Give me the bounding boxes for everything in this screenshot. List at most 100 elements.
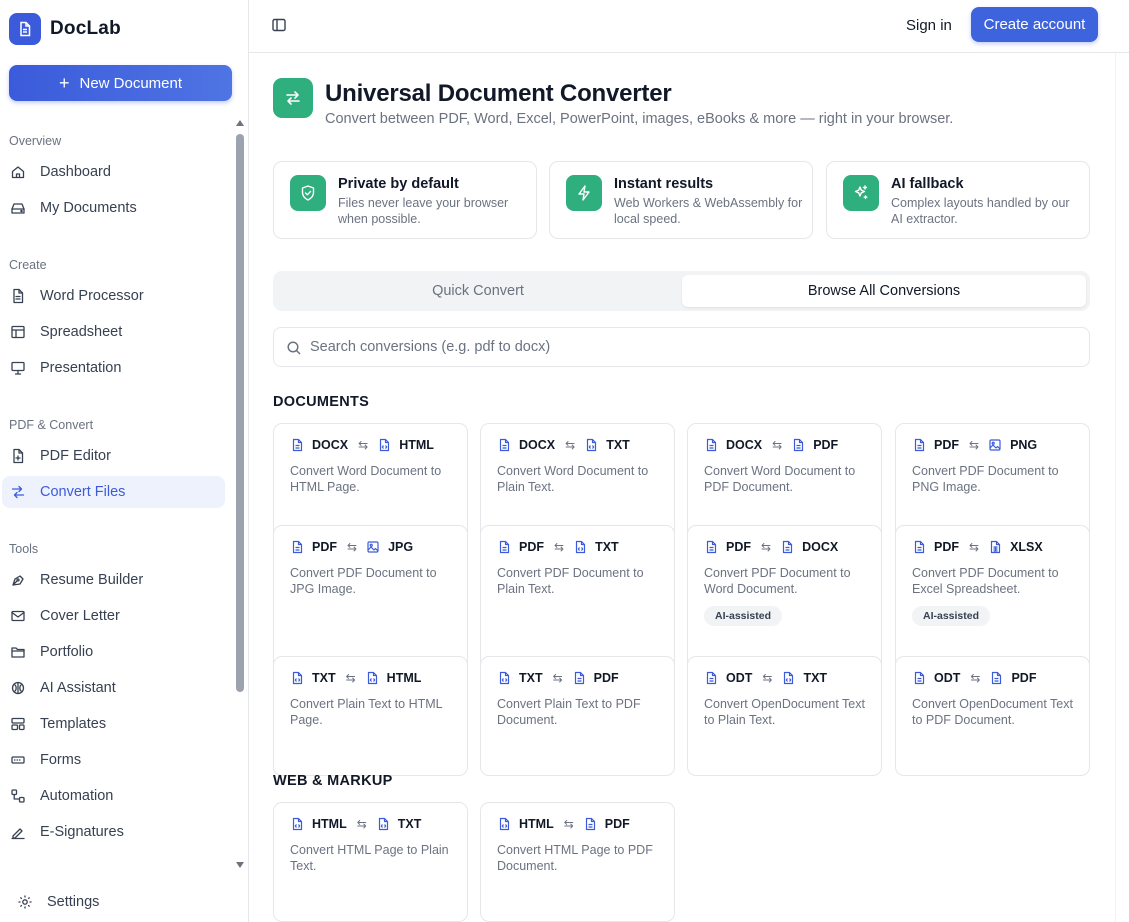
workflow-icon [11, 789, 25, 803]
conversion-card-html-to-txt[interactable]: HTML ⇆ TXT Convert HTML Page to Plain Text. [273, 802, 468, 922]
new-document-button[interactable]: + New Document [9, 65, 232, 101]
sign-in-link[interactable]: Sign in [906, 17, 952, 34]
conversion-description: Convert Word Document to Plain Text. [497, 464, 649, 494]
conversion-card-pdf-to-txt[interactable]: PDF ⇆ TXT Convert PDF Document to Plain Tex… [480, 525, 675, 673]
sidebar-item-dashboard[interactable]: Dashboard [2, 156, 225, 188]
feature-card-ai-fallback: AI fallback Complex layouts handled by ou… [826, 161, 1090, 239]
sidebar-item-templates[interactable]: Templates [2, 708, 225, 740]
mail-icon [11, 610, 25, 622]
settings-link[interactable]: Settings [17, 894, 99, 910]
sidebar-item-spreadsheet[interactable]: Spreadsheet [2, 316, 225, 348]
code-file-icon [499, 671, 510, 685]
swap-arrows-icon: ⇆ [345, 671, 356, 685]
target-format: XLSX [1010, 540, 1043, 554]
feature-title: Private by default [338, 176, 459, 192]
code-file-icon [380, 438, 390, 452]
swap-arrows-icon: ⇆ [565, 438, 576, 452]
target-format: TXT [606, 438, 630, 452]
scroll-down-arrow-icon[interactable] [236, 862, 244, 868]
conversion-pair: DOCX ⇆ TXT [497, 438, 630, 452]
conversion-pair: ODT ⇆ TXT [704, 671, 827, 685]
search-input[interactable] [310, 328, 1070, 366]
conversion-description: Convert OpenDocument Text to Plain Text. [704, 697, 865, 727]
swap-arrows-icon: ⇆ [762, 671, 773, 685]
conversion-pair: PDF ⇆ TXT [497, 540, 619, 554]
target-format: HTML [399, 438, 434, 452]
swap-arrows-icon: ⇆ [356, 817, 367, 831]
target-format: HTML [386, 671, 422, 685]
sidebar-item-cover-letter[interactable]: Cover Letter [2, 600, 225, 632]
conversion-pair: PDF ⇆ PNG [912, 438, 1037, 452]
sidebar-scroll-thumb[interactable] [236, 134, 244, 692]
swap-arrows-icon: ⇆ [970, 671, 981, 685]
sidebar-item-ai-assistant[interactable]: AI Assistant [2, 672, 225, 704]
sidebar-item-label: Automation [40, 788, 114, 804]
main-content: Universal Document Converter Convert bet… [249, 53, 1115, 922]
sidebar-scrollbar[interactable] [235, 120, 245, 868]
create-account-button[interactable]: Create account [971, 7, 1098, 42]
sidebar-item-automation[interactable]: Automation [2, 780, 225, 812]
doc-file-icon [706, 540, 717, 554]
conversion-card-txt-to-html[interactable]: TXT ⇆ HTML Convert Plain Text to HTML Page. [273, 656, 468, 776]
swap-arrows-icon: ⇆ [969, 540, 980, 554]
category-heading-documents: DOCUMENTS [273, 394, 370, 410]
scroll-up-arrow-icon[interactable] [236, 120, 244, 126]
target-format: TXT [397, 817, 422, 831]
feature-title: AI fallback [891, 176, 964, 192]
sidebar: DocLab + New Document Overview Dashboard M… [0, 0, 249, 922]
conversion-card-txt-to-pdf[interactable]: TXT ⇆ PDF Convert Plain Text to PDF Documen… [480, 656, 675, 776]
conversion-pair: ODT ⇆ PDF [912, 671, 1036, 685]
sparkles-icon [843, 175, 879, 211]
doclab-logo-icon [9, 13, 41, 45]
plus-icon: + [58, 73, 70, 93]
conversion-card-odt-to-txt[interactable]: ODT ⇆ TXT Convert OpenDocument Text to Plai… [687, 656, 882, 776]
sidebar-item-pdf-editor[interactable]: PDF Editor [2, 440, 225, 472]
sidebar-item-convert-files[interactable]: Convert Files [2, 476, 225, 508]
sidebar-item-my-documents[interactable]: My Documents [2, 192, 225, 224]
sidebar-section-tools: Tools [9, 542, 39, 556]
page-title: Universal Document Converter [325, 80, 672, 107]
sidebar-item-resume-builder[interactable]: Resume Builder [2, 564, 225, 596]
sidebar-item-label: Templates [40, 716, 107, 732]
sidebar-item-presentation[interactable]: Presentation [2, 352, 225, 384]
sidebar-item-label: Forms [40, 752, 82, 768]
sidebar-section-pdf-convert: PDF & Convert [9, 418, 94, 432]
category-heading-web-markup: WEB & MARKUP [273, 773, 393, 789]
sheet-file-icon [990, 540, 1001, 554]
swap-arrows-icon: ⇆ [761, 540, 772, 554]
conversion-card-odt-to-pdf[interactable]: ODT ⇆ PDF Convert OpenDocument Text to PDF … [895, 656, 1090, 776]
conversion-pair: HTML ⇆ TXT [290, 817, 421, 831]
target-format: PNG [1010, 438, 1038, 452]
sidebar-item-portfolio[interactable]: Portfolio [2, 636, 225, 668]
doc-file-icon [706, 671, 717, 685]
sidebar-item-e-signatures[interactable]: E-Signatures [2, 816, 225, 848]
search-icon [287, 341, 301, 355]
pdf-edit-icon [13, 448, 24, 464]
gear-icon [18, 895, 32, 909]
main-scrollbar[interactable] [1115, 53, 1129, 922]
table-icon [11, 325, 25, 339]
target-format: DOCX [802, 540, 839, 554]
conversion-card-pdf-to-docx[interactable]: PDF ⇆ DOCX Convert PDF Document to Word Doc… [687, 525, 882, 673]
swap-arrows-icon: ⇆ [554, 540, 565, 554]
source-format: ODT [726, 671, 753, 685]
sidebar-item-label: Resume Builder [40, 572, 144, 588]
convert-tabs: Quick Convert Browse All Conversions [273, 271, 1090, 311]
conversion-description: Convert Plain Text to HTML Page. [290, 697, 443, 727]
tab-browse-all-conversions[interactable]: Browse All Conversions [682, 275, 1086, 307]
conversion-card-html-to-pdf[interactable]: HTML ⇆ PDF Convert HTML Page to PDF Documen… [480, 802, 675, 922]
sidebar-toggle-icon[interactable] [271, 17, 287, 33]
sidebar-item-forms[interactable]: Forms [2, 744, 225, 776]
drive-icon [11, 203, 25, 214]
brand[interactable]: DocLab [9, 13, 121, 45]
conversion-card-pdf-to-jpg[interactable]: PDF ⇆ JPG Convert PDF Document to JPG Image… [273, 525, 468, 673]
sidebar-item-word-processor[interactable]: Word Processor [2, 280, 225, 312]
top-bar: Sign in Create account [249, 0, 1129, 53]
code-file-icon [378, 817, 388, 831]
sidebar-item-label: Dashboard [40, 164, 111, 180]
tab-quick-convert[interactable]: Quick Convert [277, 275, 679, 307]
doc-file-icon [914, 671, 925, 685]
doc-file-icon [499, 540, 510, 554]
conversion-card-pdf-to-xlsx[interactable]: PDF ⇆ XLSX Convert PDF Document to Excel Sp… [895, 525, 1090, 673]
code-file-icon [367, 671, 377, 685]
